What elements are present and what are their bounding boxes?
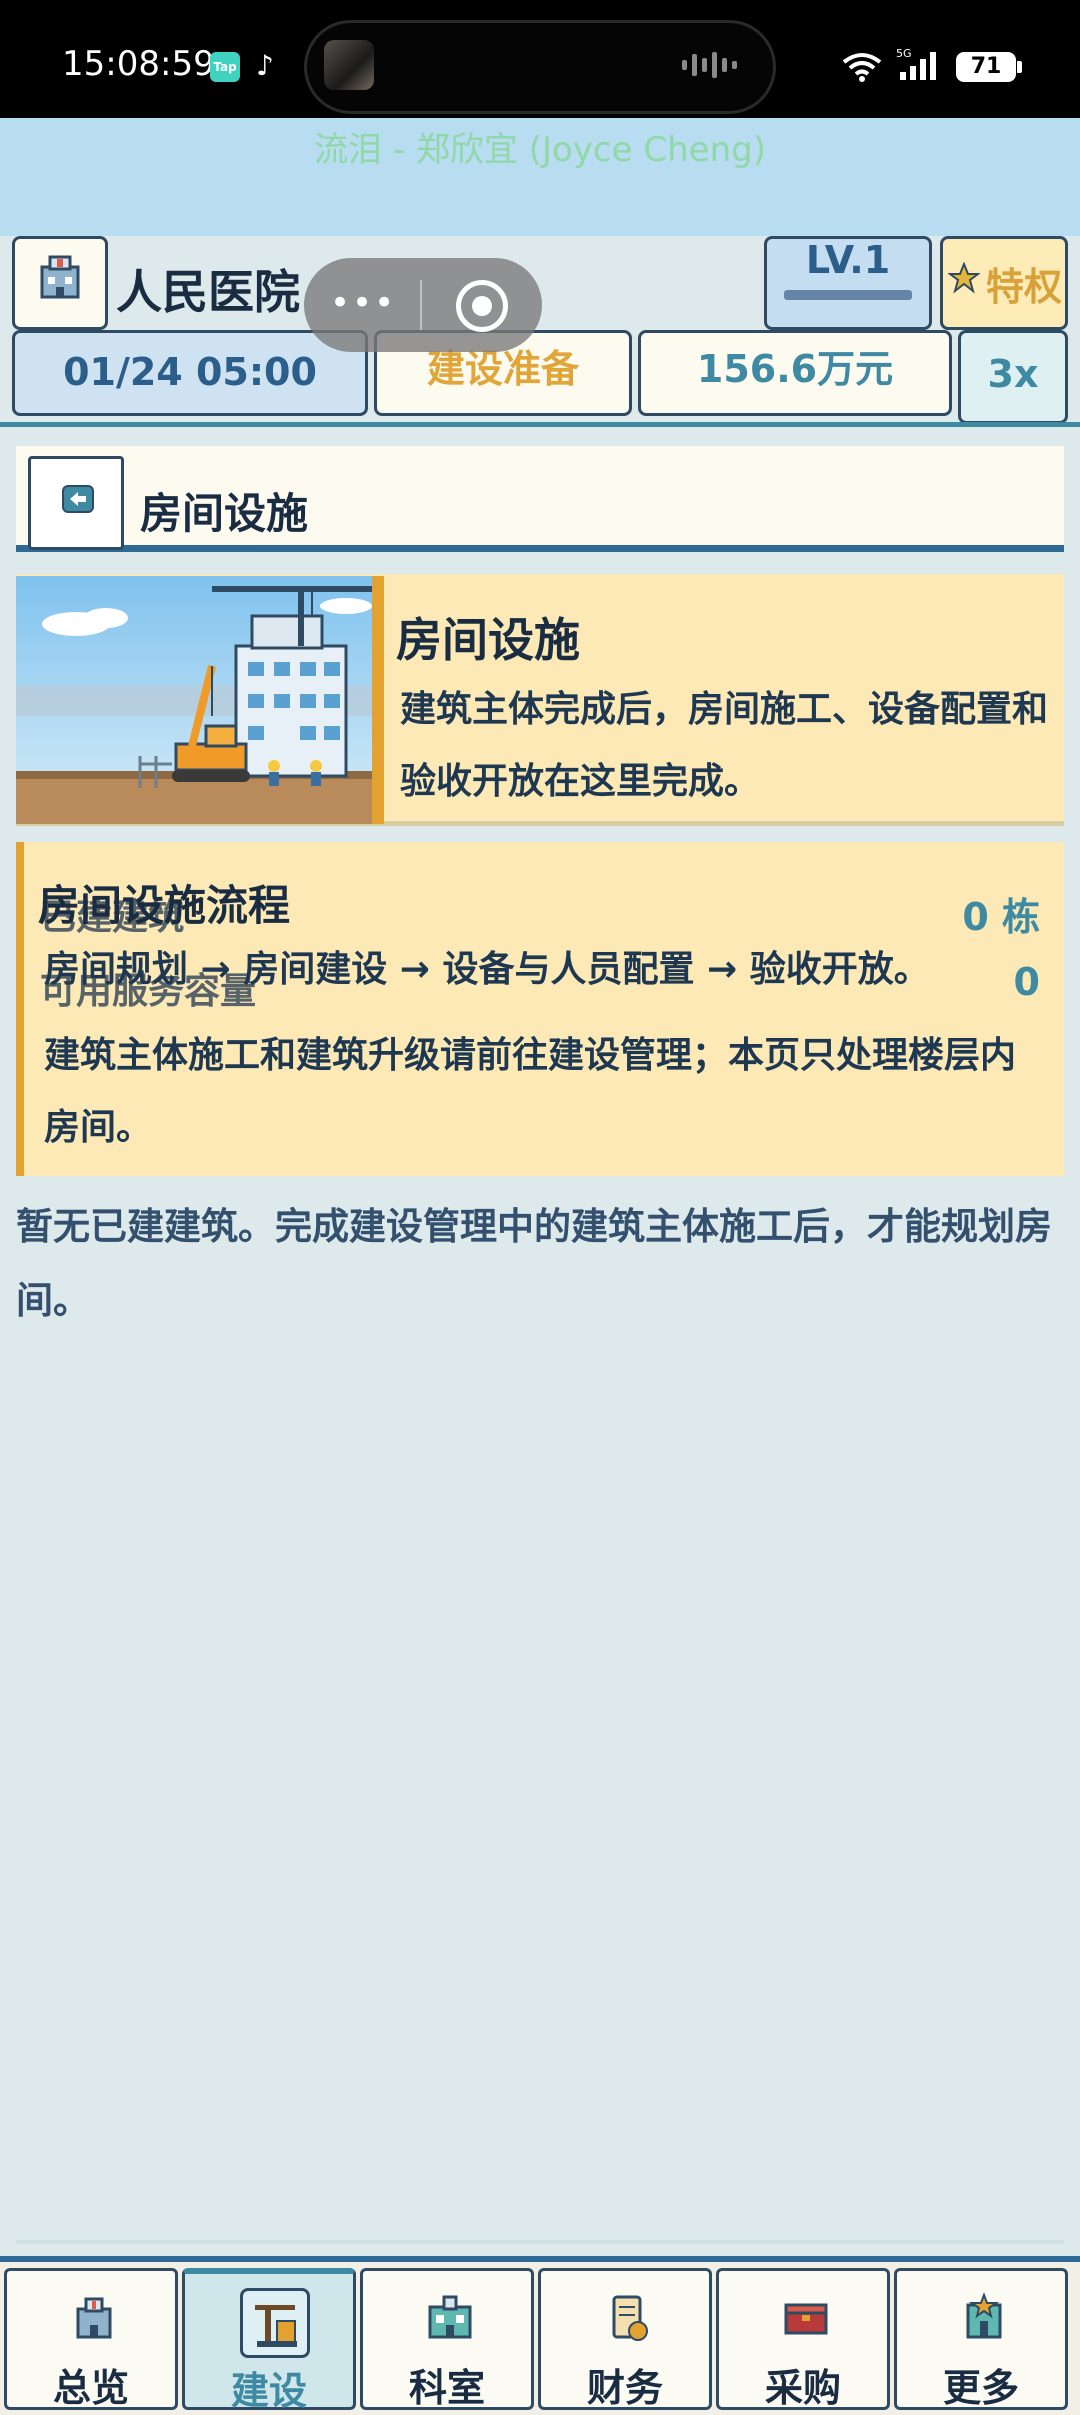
- battery-tip: [1017, 61, 1022, 73]
- more-icon: [966, 2292, 1002, 2339]
- hospital-avatar-button[interactable]: [12, 236, 108, 330]
- nav-item-overview[interactable]: 总览: [4, 2268, 178, 2410]
- finance-icon: [612, 2295, 648, 2341]
- purchase-icon: [784, 2303, 828, 2335]
- construction-icon: [240, 2288, 310, 2358]
- music-album-art: [324, 40, 374, 90]
- game-date: 01/24 05:00: [63, 350, 317, 394]
- flow-title: 房间设施流程: [38, 881, 291, 930]
- close-miniprogram-dot: [472, 296, 492, 316]
- intro-description: 建筑主体完成后，房间施工、设备配置和验收开放在这里完成。: [400, 689, 1049, 802]
- privilege-label: 特权: [986, 265, 1063, 309]
- built-buildings-value: 0 栋: [962, 895, 1040, 939]
- nav-label-purchase: 采购: [764, 2366, 841, 2410]
- header-divider: [0, 422, 1080, 427]
- clock: 15:08:59: [62, 44, 215, 84]
- nav-label-construction: 建设: [230, 2369, 307, 2413]
- nav-item-more[interactable]: 更多: [894, 2268, 1068, 2410]
- hospital-icon: [76, 2297, 112, 2339]
- audio-wave-icon: [682, 52, 737, 78]
- cellular-signal-icon: 5G: [896, 47, 936, 80]
- back-arrow-icon: [62, 485, 94, 513]
- nav-item-purchase[interactable]: 采购: [716, 2268, 890, 2410]
- capsule-divider: [420, 280, 422, 330]
- svg-text:5G: 5G: [896, 47, 912, 60]
- nav-item-finance[interactable]: 财务: [538, 2268, 712, 2410]
- now-playing-song: 流泪 - 郑欣宜 (Joyce Cheng): [314, 130, 766, 170]
- construction-illustration: [16, 576, 372, 824]
- empty-state-message: 暂无已建建筑。完成建设管理中的建筑主体施工后，才能规划房间。: [16, 1205, 1052, 1322]
- wifi-icon: [842, 53, 882, 82]
- speed-label: 3x: [987, 352, 1039, 396]
- level-text: LV.1: [805, 238, 891, 282]
- flow-steps: 房间规划 → 房间建设 → 设备与人员配置 → 验收开放。: [44, 949, 930, 990]
- intro-title: 房间设施: [396, 613, 580, 667]
- tap-app-icon: Tap: [210, 52, 240, 82]
- flow-note: 建筑主体施工和建筑升级请前往建设管理；本页只处理楼层内房间。: [44, 1035, 1017, 1148]
- content-area-edge: [16, 2240, 1064, 2244]
- nav-label-department: 科室: [408, 2366, 485, 2410]
- nav-item-department[interactable]: 科室: [360, 2268, 534, 2410]
- nav-label-finance: 财务: [586, 2366, 663, 2410]
- hospital-name: 人民医院: [116, 265, 300, 319]
- more-options-icon[interactable]: •••: [330, 286, 394, 320]
- department-icon: [428, 2295, 472, 2339]
- intro-accent-bar: [372, 576, 384, 824]
- page-title: 房间设施: [140, 489, 309, 538]
- tiktok-icon: ♪: [256, 49, 274, 82]
- hospital-icon: [40, 255, 80, 299]
- nav-label-overview: 总览: [52, 2366, 129, 2410]
- funds-amount: 156.6万元: [696, 347, 894, 391]
- nav-item-construction[interactable]: 建设: [182, 2268, 356, 2413]
- star-badge-icon: [948, 262, 980, 294]
- nav-label-more: 更多: [942, 2366, 1019, 2410]
- battery-indicator: 71: [956, 52, 1016, 82]
- level-progress-bar: [784, 290, 912, 300]
